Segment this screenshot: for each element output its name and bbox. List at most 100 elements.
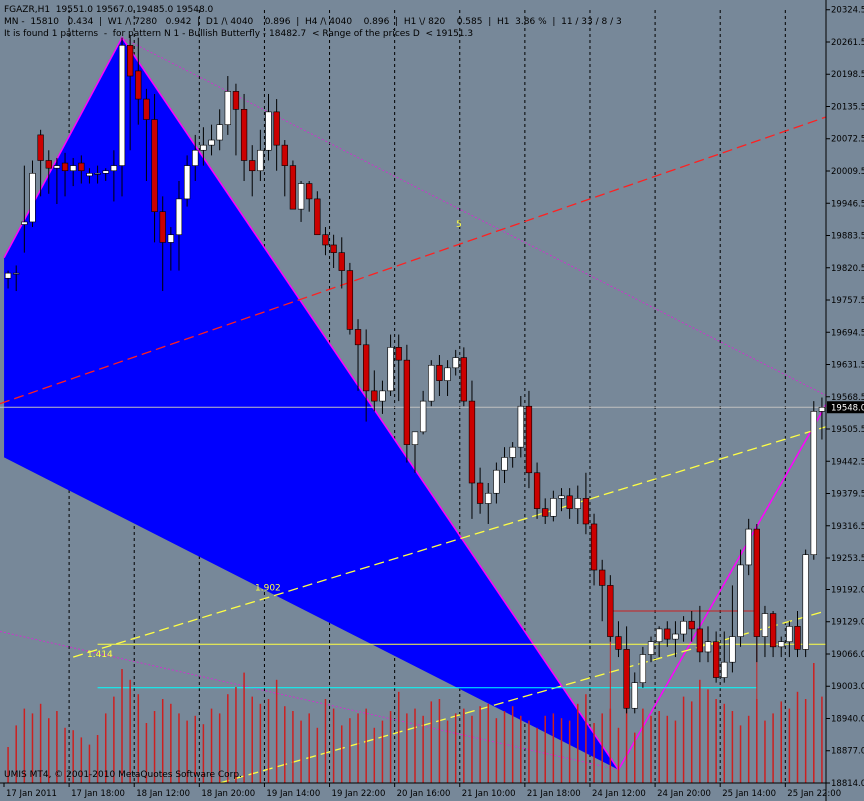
candle-body [70, 165, 77, 172]
candle-body [216, 124, 223, 141]
y-tick-label: 19631.5 [831, 361, 864, 371]
candle-body [574, 498, 581, 509]
candle-body [265, 111, 272, 151]
candle-body [558, 495, 565, 499]
candle-body [753, 528, 760, 637]
candle-body [794, 626, 801, 650]
candle-body [428, 364, 435, 402]
x-tick-label: 18 Jan 12:00 [136, 789, 190, 799]
candle-body [721, 661, 728, 678]
candle-body [232, 91, 240, 110]
candle-body [476, 482, 484, 504]
x-tick-label: 18 Jan 20:00 [201, 789, 255, 799]
candle-body [143, 98, 150, 120]
candle-body [737, 564, 744, 637]
candle-body [810, 411, 817, 555]
x-tick-label: 25 Jan 22:00 [787, 789, 841, 799]
candle-body [346, 270, 354, 330]
y-tick-label: 20198.5 [831, 70, 864, 80]
y-tick-label: 19757.5 [831, 296, 864, 306]
candle-body [664, 628, 671, 640]
candle-body [159, 211, 166, 243]
y-tick-label: 20135.5 [831, 102, 864, 112]
header-line-3: It is found 1 patterns - for pattern N 1… [4, 29, 474, 39]
x-tick-label: 19 Jan 22:00 [332, 789, 386, 799]
y-tick-label: 18814.0 [831, 779, 864, 789]
candle-body [485, 492, 492, 504]
candle-body [452, 357, 459, 369]
candle-body [183, 165, 191, 200]
price-chart[interactable]: 1.902 1.414 5 20324.5 20261.5 20198.5 20135.5 2… [0, 0, 864, 801]
candle-body [45, 160, 52, 169]
candle-body [501, 457, 508, 471]
price-tag-label: 19548.0 [831, 403, 864, 413]
candle-body [127, 45, 134, 77]
candle-body [778, 641, 785, 648]
candle-body [672, 633, 679, 640]
fib-label-1414: 1.414 [87, 650, 113, 660]
y-tick-label: 19946.5 [831, 199, 864, 209]
candle-body [151, 119, 158, 212]
candle-body [354, 329, 362, 346]
candle-body [110, 165, 118, 172]
y-tick-label: 19253.5 [831, 554, 864, 564]
y-tick-label: 19003.0 [831, 682, 864, 692]
candle-body [53, 165, 61, 169]
candle-body [582, 498, 590, 525]
candle-body [94, 173, 101, 175]
x-tick-label: 19 Jan 14:00 [266, 789, 320, 799]
candle-body [631, 682, 638, 709]
candle-body [403, 359, 411, 445]
x-tick-label: 21 Jan 18:00 [527, 789, 581, 799]
candle-body [688, 620, 695, 630]
candle-body [387, 347, 394, 392]
y-tick-label: 19379.5 [831, 490, 864, 500]
point-label-5: 5 [456, 220, 462, 230]
header-line-1: FGAZR,H1 19551.0 19567.0 19485.0 19548.0 [4, 5, 214, 15]
candle-body [200, 144, 207, 151]
candle-body [566, 495, 573, 509]
candle-body [314, 198, 321, 236]
candle-body [786, 626, 793, 643]
candle-body [297, 183, 305, 210]
candle-body [322, 234, 329, 246]
candle-body [338, 252, 345, 271]
candle-body [517, 405, 524, 448]
y-tick-label: 19820.5 [831, 264, 864, 274]
candle-body [639, 654, 647, 683]
candle-body [411, 431, 419, 445]
candle-body [444, 367, 451, 381]
candle-body [542, 508, 549, 517]
candle-body [249, 160, 256, 172]
candle-body [192, 149, 199, 166]
candle-body [680, 620, 687, 635]
y-tick-label: 19192.0 [831, 585, 864, 595]
y-tick-label: 19066.0 [831, 650, 864, 660]
candle-body [13, 272, 20, 275]
candle-body [493, 469, 500, 494]
candle-body [656, 628, 663, 643]
candle-body [704, 641, 712, 653]
candle-body [745, 528, 752, 566]
x-tick-label: 24 Jan 12:00 [592, 789, 646, 799]
candle-body [769, 613, 777, 648]
candle-body [306, 183, 313, 200]
candle-body [590, 523, 598, 571]
y-tick-label: 19316.5 [831, 522, 864, 532]
candle-body [729, 636, 736, 663]
candle-body [257, 149, 264, 172]
candle-body [21, 221, 28, 225]
candle-body [86, 173, 93, 177]
candle-body [419, 400, 427, 433]
candle-body [818, 406, 826, 412]
candle-body [550, 498, 557, 517]
candle-body [37, 134, 44, 161]
candle-body [460, 357, 467, 402]
candle-body [273, 111, 280, 146]
candle-body [289, 165, 297, 210]
y-tick-label: 18940.0 [831, 714, 864, 724]
candle-body [509, 446, 516, 458]
candle-body [623, 649, 630, 709]
candle-body [102, 170, 109, 174]
candle-body [395, 347, 402, 361]
